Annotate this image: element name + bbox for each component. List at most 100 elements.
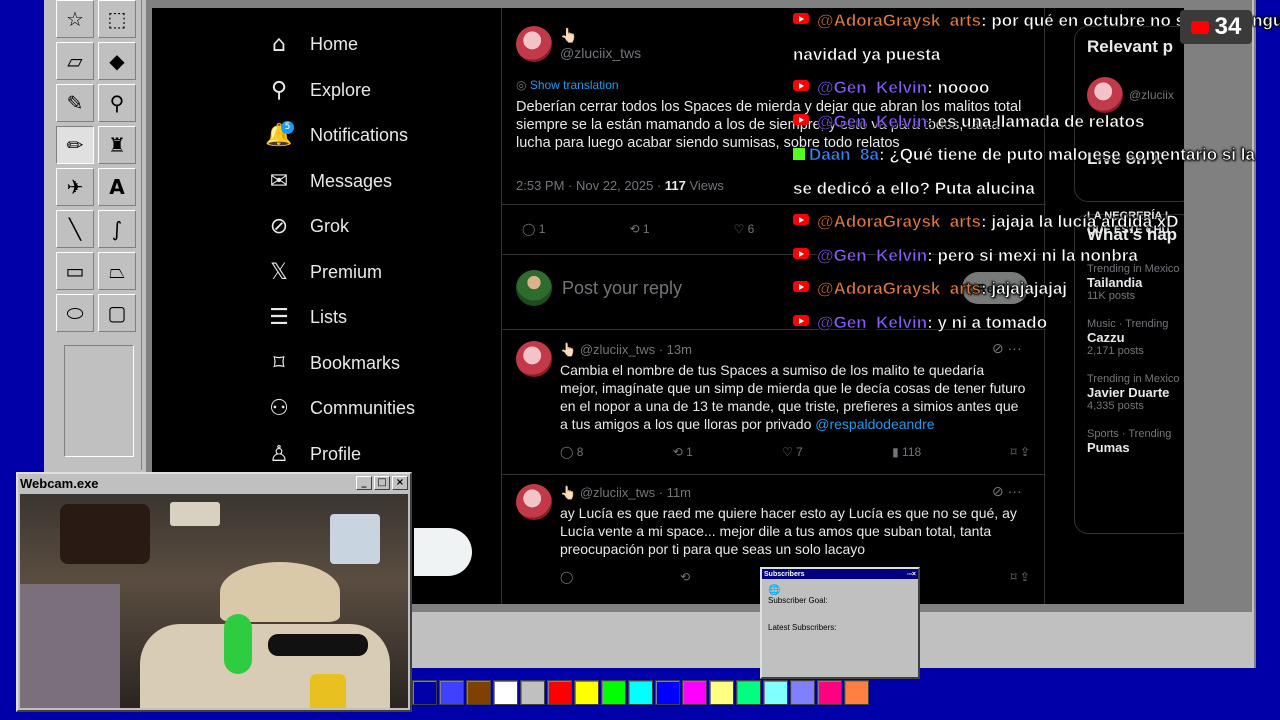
subscribers-titlebar[interactable]: Subscribers ▫▫× (762, 569, 918, 579)
reply-action[interactable]: ◯ 1 (522, 222, 545, 236)
sidebar-item-premium[interactable]: 𝕏 Premium (264, 250, 484, 296)
color-swatch[interactable] (547, 680, 572, 705)
color-swatch[interactable] (709, 680, 734, 705)
bookmark-action[interactable]: ⌑ ⇪ (1010, 445, 1030, 459)
live-chat-overlay: @AdoraGraysk_arts: por qué en octubre no… (793, 4, 1280, 339)
color-swatch[interactable] (682, 680, 707, 705)
sidebar-item-label: Grok (310, 216, 350, 237)
free-select-icon[interactable]: ☆ (56, 0, 94, 38)
line-tool-icon[interactable]: ╲ (56, 210, 94, 248)
mention-link[interactable]: @respaldodeandre (815, 416, 934, 432)
color-swatch[interactable] (790, 680, 815, 705)
color-swatch[interactable] (439, 680, 464, 705)
sidebar-item-profile[interactable]: ♙ Profile (264, 432, 484, 478)
youtube-icon (793, 13, 809, 24)
sidebar-item-explore[interactable]: ⚲ Explore (264, 68, 484, 114)
views-action[interactable]: ▮ 118 (892, 445, 921, 459)
color-swatch[interactable] (736, 680, 761, 705)
more-icon[interactable]: ··· (1008, 483, 1022, 499)
color-swatch[interactable] (412, 680, 437, 705)
chat-text: : noooo (927, 78, 990, 98)
chat-username: @Gen_Kelvin (817, 312, 928, 332)
grok-icon[interactable]: ⊘ (992, 340, 1004, 356)
sidebar-item-messages[interactable]: ✉ Messages (264, 159, 484, 205)
trend-item[interactable]: Sports · Trending Pumas (1087, 428, 1181, 455)
chat-message: @Gen_Kelvin: es una llamada de relatos (793, 105, 1280, 139)
color-swatch[interactable] (763, 680, 788, 705)
color-swatch[interactable] (817, 680, 842, 705)
more-icon[interactable]: ··· (1008, 340, 1022, 356)
trend-name: Pumas (1087, 440, 1130, 455)
sidebar-item-lists[interactable]: ☰ Lists (264, 295, 484, 341)
chat-username: @AdoraGraysk_arts (817, 279, 982, 299)
rectangle-tool-icon[interactable]: ▭ (56, 252, 94, 290)
bookmark-share-icon[interactable]: ⌑ ⇪ (1010, 570, 1030, 584)
eraser-icon[interactable]: ▱ (56, 42, 94, 80)
chat-username: @AdoraGraysk_arts (817, 212, 982, 232)
text-tool-icon[interactable]: A (98, 168, 136, 206)
repost-icon[interactable]: ⟲ (680, 570, 690, 584)
youtube-icon (793, 314, 809, 326)
sidebar-item-notifications[interactable]: 🔔 5 Notifications (264, 113, 484, 159)
repost-action[interactable]: ⟲ 1 (673, 445, 693, 459)
reply-avatar[interactable] (516, 484, 552, 520)
color-swatch[interactable] (574, 680, 599, 705)
maximize-button[interactable]: □ (374, 476, 390, 490)
sidebar-item-label: Bookmarks (310, 352, 401, 373)
reply-action[interactable]: ◯ 8 (560, 445, 583, 459)
person-icon: ♙ (269, 441, 289, 467)
reply-input[interactable]: Post your reply (562, 278, 682, 299)
x-logo-icon: 𝕏 (270, 259, 288, 285)
eyedropper-icon[interactable]: ✎ (56, 84, 94, 122)
curve-tool-icon[interactable]: ∫ (98, 210, 136, 248)
sidebar-item-home[interactable]: ⌂ Home (264, 22, 484, 68)
rect-select-icon[interactable]: ⬚ (98, 0, 136, 38)
sidebar-item-bookmarks[interactable]: ⌑ Bookmarks (264, 341, 484, 387)
like-action[interactable]: ♡ 7 (782, 445, 803, 459)
color-swatch[interactable] (520, 680, 545, 705)
pencil-icon[interactable]: ✏ (56, 126, 94, 164)
rounded-rect-tool-icon[interactable]: ▢ (98, 294, 136, 332)
reply-avatar[interactable] (516, 341, 552, 377)
color-swatch[interactable] (628, 680, 653, 705)
repost-action[interactable]: ⟲ 1 (629, 222, 649, 236)
trend-item[interactable]: Trending in Mexico Javier Duarte 4,335 pos… (1087, 373, 1181, 412)
sidebar-item-grok[interactable]: ⊘ Grok (264, 204, 484, 250)
minimize-button[interactable]: _ (356, 476, 372, 490)
airbrush-icon[interactable]: ✈ (56, 168, 94, 206)
webcam-titlebar[interactable]: Webcam.exe _ □ × (18, 474, 410, 492)
post-handle[interactable]: @zluciix_tws (560, 44, 641, 62)
my-avatar[interactable] (516, 270, 552, 306)
chat-message: @AdoraGraysk_arts: jajajajajaj (793, 272, 1280, 306)
color-swatch[interactable] (493, 680, 518, 705)
color-swatch[interactable] (844, 680, 869, 705)
brush-icon[interactable]: ♜ (98, 126, 136, 164)
trend-meta: Sports · Trending (1087, 428, 1172, 440)
post-time[interactable]: 2:53 PM · Nov 22, 2025 · (516, 178, 665, 193)
sidebar-item-communities[interactable]: ⚇ Communities (264, 386, 484, 432)
reply-icon[interactable]: ◯ (560, 570, 573, 584)
avatar[interactable] (516, 26, 552, 62)
polygon-tool-icon[interactable]: ⏢ (98, 252, 136, 290)
ellipse-tool-icon[interactable]: ⬭ (56, 294, 94, 332)
fill-bucket-icon[interactable]: ◆ (98, 42, 136, 80)
chat-username: Daan_8a (809, 145, 880, 165)
show-translation-link[interactable]: Show translation (530, 78, 619, 92)
sidebar-item-label: Lists (310, 307, 348, 328)
trend-posts: 4,335 posts (1087, 400, 1144, 412)
reply-handle[interactable]: @zluciix_tws · 11m (580, 485, 691, 500)
youtube-icon (793, 247, 809, 259)
color-swatch[interactable] (466, 680, 491, 705)
reply-handle[interactable]: @zluciix_tws · 13m (580, 342, 692, 357)
close-button[interactable]: × (392, 476, 408, 490)
magnifier-icon[interactable]: ⚲ (98, 84, 136, 122)
grok-icon[interactable]: ⊘ (992, 483, 1004, 499)
color-swatch[interactable] (601, 680, 626, 705)
color-swatch[interactable] (655, 680, 680, 705)
home-icon: ⌂ (272, 32, 286, 58)
like-action[interactable]: ♡ 6 (734, 222, 755, 236)
chat-username: @Gen_Kelvin (817, 245, 928, 265)
mail-icon: ✉ (269, 168, 289, 194)
post-button[interactable] (414, 528, 472, 576)
translate-icon: ◎ (516, 78, 527, 92)
